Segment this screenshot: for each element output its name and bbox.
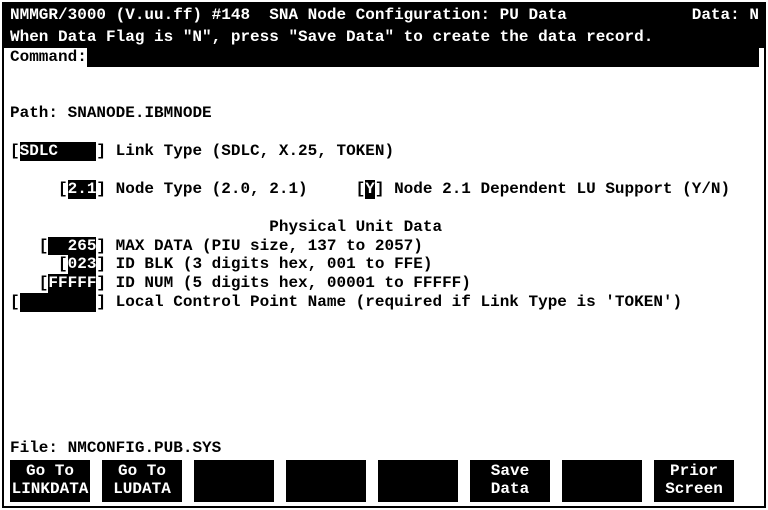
max-data-input[interactable]: 265 xyxy=(48,237,96,256)
fkey-blank xyxy=(378,460,458,502)
terminal-frame: NMMGR/3000 (V.uu.ff) #148 SNA Node Confi… xyxy=(2,2,766,508)
data-flag-value: N xyxy=(749,6,759,24)
path-value: SNANODE.IBMNODE xyxy=(68,104,212,122)
lcpn-label: Local Control Point Name (required if Li… xyxy=(116,293,683,311)
max-data-label: MAX DATA (PIU size, 137 to 2057) xyxy=(116,237,423,255)
data-flag-label: Data: xyxy=(692,6,740,24)
function-key-bar: Go To LINKDATA Go To LUDATA Save Data Pr… xyxy=(4,458,764,506)
id-num-label: ID NUM (5 digits hex, 00001 to FFFFF) xyxy=(116,274,471,292)
lcpn-input[interactable] xyxy=(20,293,97,312)
fkey-blank xyxy=(194,460,274,502)
hint-bar: When Data Flag is "N", press "Save Data"… xyxy=(4,26,764,48)
fkey-line2: Data xyxy=(470,481,550,499)
fkey-line2: Screen xyxy=(654,481,734,499)
fkey-line2: LUDATA xyxy=(102,481,182,499)
title-bar: NMMGR/3000 (V.uu.ff) #148 SNA Node Confi… xyxy=(4,4,764,26)
hint-text: When Data Flag is "N", press "Save Data"… xyxy=(10,28,653,46)
id-num-input[interactable]: FFFFF xyxy=(48,274,96,293)
fkey-blank xyxy=(286,460,366,502)
path-label: Path: xyxy=(10,104,58,122)
body-area: Path: SNANODE.IBMNODE [SDLC ] Link Type … xyxy=(4,67,764,331)
file-label: File: xyxy=(10,439,58,457)
file-value: NMCONFIG.PUB.SYS xyxy=(68,439,222,457)
fkey-blank xyxy=(562,460,642,502)
fkey-linkdata[interactable]: Go To LINKDATA xyxy=(10,460,90,502)
fkey-prior-screen[interactable]: Prior Screen xyxy=(654,460,734,502)
command-label: Command: xyxy=(10,48,87,66)
dep-lu-input[interactable]: Y xyxy=(365,180,375,199)
app-title: NMMGR/3000 (V.uu.ff) #148 SNA Node Confi… xyxy=(10,6,567,24)
link-type-input[interactable]: SDLC xyxy=(20,142,97,161)
link-type-label: Link Type (SDLC, X.25, TOKEN) xyxy=(116,142,394,160)
fkey-save-data[interactable]: Save Data xyxy=(470,460,550,502)
section-title: Physical Unit Data xyxy=(269,218,442,236)
id-blk-input[interactable]: 023 xyxy=(68,255,97,274)
node-type-label: Node Type (2.0, 2.1) xyxy=(116,180,308,198)
fkey-line1: Save xyxy=(470,463,550,481)
command-input[interactable] xyxy=(87,48,759,67)
fkey-line2: LINKDATA xyxy=(10,481,90,499)
id-blk-label: ID BLK (3 digits hex, 001 to FFE) xyxy=(116,255,433,273)
fkey-ludata[interactable]: Go To LUDATA xyxy=(102,460,182,502)
file-row: File: NMCONFIG.PUB.SYS xyxy=(10,439,221,458)
command-row: Command: xyxy=(4,48,764,67)
fkey-line1: Go To xyxy=(10,463,90,481)
node-type-input[interactable]: 2.1 xyxy=(68,180,97,199)
dep-lu-label: Node 2.1 Dependent LU Support (Y/N) xyxy=(394,180,730,198)
fkey-line1: Go To xyxy=(102,463,182,481)
fkey-line1: Prior xyxy=(654,463,734,481)
